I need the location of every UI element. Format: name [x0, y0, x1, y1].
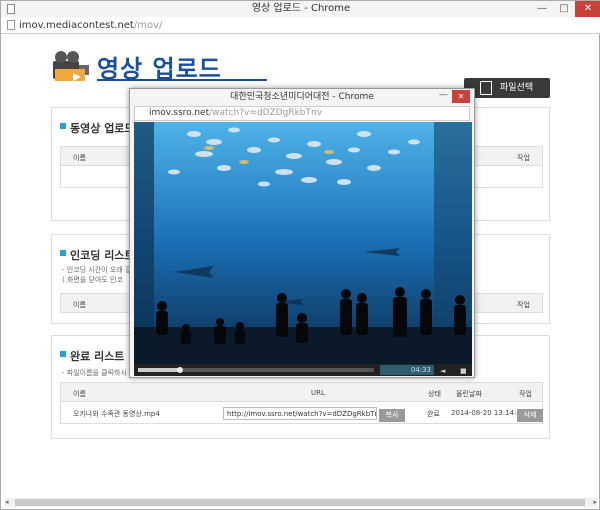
encoding-note-2: ( 화면을 닫아도 인코	[62, 276, 123, 284]
time-display: 04:33	[380, 365, 434, 375]
window-titlebar: 영상 업로드 - Chrome — □ ✕	[1, 1, 600, 17]
col-action: 작업	[517, 301, 530, 309]
seek-handle[interactable]	[177, 367, 184, 373]
fullscreen-icon[interactable]: ■	[460, 367, 467, 375]
popup-url-host: imov.ssro.net	[149, 108, 210, 118]
popup-close-button[interactable]: ✕	[452, 90, 470, 103]
scroll-thumb[interactable]	[15, 499, 585, 506]
popup-address-bar[interactable]: imov.ssro.net/watch?v=dDZDgRkbTnv	[134, 106, 470, 121]
table-row: 오키나와 수족관 동영상.mp4 복사 완료 2014-08-20 13:14:…	[60, 402, 543, 424]
camera-clapper-icon	[53, 51, 89, 81]
page-icon	[7, 20, 15, 30]
title-underline	[97, 79, 267, 81]
window-title: 영상 업로드 - Chrome	[251, 3, 351, 14]
browser-window: 영상 업로드 - Chrome — □ ✕ imov.mediacontest.…	[0, 0, 600, 510]
minimize-button[interactable]: —	[531, 1, 553, 17]
file-name-link[interactable]: 오키나와 수족관 동영상.mp4	[73, 409, 160, 419]
address-bar[interactable]: imov.mediacontest.net/mov/	[1, 17, 600, 34]
encoding-note-1: - 인코딩 시간이 오래 걸	[62, 266, 132, 274]
file-select-button[interactable]: 파일선택	[464, 78, 550, 98]
col-name: 이름	[73, 154, 86, 162]
maximize-button[interactable]: □	[553, 1, 575, 17]
col-date: 올린날짜	[456, 390, 482, 398]
col-status: 상태	[428, 390, 441, 398]
document-icon	[7, 4, 15, 14]
col-url: URL	[311, 389, 325, 397]
seek-fill	[138, 368, 181, 372]
popup-minimize-button[interactable]: —	[439, 90, 448, 100]
file-icon	[480, 81, 492, 95]
player-controls: 04:33 ◄ ■	[134, 364, 472, 376]
video-player[interactable]: 04:33 ◄ ■	[134, 122, 472, 376]
aquarium-video-frame	[134, 122, 472, 364]
file-select-label: 파일선택	[500, 83, 534, 93]
url-path: /mov/	[133, 20, 163, 31]
section-title-encoding: 인코딩 리스트	[60, 247, 135, 263]
status-text: 완료	[427, 410, 440, 418]
url-host: imov.mediacontest.net	[19, 20, 134, 31]
done-note: - 파일이름을 클릭하시	[62, 369, 127, 377]
upload-date: 2014-08-20 13:14:07	[451, 409, 526, 417]
done-table-header: 이름 URL 상태 올린날짜 작업	[60, 382, 543, 402]
volume-icon[interactable]: ◄	[440, 367, 445, 375]
col-name: 이름	[73, 390, 86, 398]
popup-title: 대한민국청소년미디어대전 - Chrome	[230, 92, 374, 102]
horizontal-scrollbar[interactable]: ◂ ▸	[5, 498, 597, 507]
col-action: 작업	[519, 390, 532, 398]
popup-url-path: /watch?v=dDZDgRkbTnv	[209, 108, 323, 118]
delete-button[interactable]: 삭제	[517, 409, 543, 422]
scroll-left-arrow[interactable]: ◂	[5, 498, 9, 506]
col-name: 이름	[73, 301, 86, 309]
section-title-upload: 동영상 업로드	[60, 120, 135, 136]
col-action: 작업	[517, 154, 530, 162]
scroll-right-arrow[interactable]: ▸	[593, 498, 597, 506]
close-button[interactable]: ✕	[575, 1, 600, 17]
copy-button[interactable]: 복사	[379, 409, 405, 422]
section-title-done: 완료 리스트	[60, 348, 124, 364]
popup-titlebar: 대한민국청소년미디어대전 - Chrome	[130, 89, 474, 105]
seek-bar[interactable]	[138, 368, 374, 372]
video-popup-window: 대한민국청소년미디어대전 - Chrome — ✕ imov.ssro.net/…	[129, 88, 475, 378]
url-field[interactable]	[223, 407, 377, 420]
